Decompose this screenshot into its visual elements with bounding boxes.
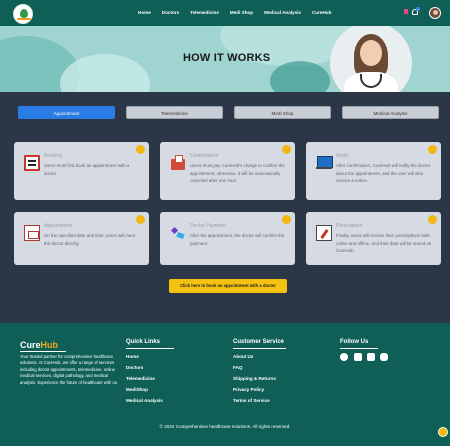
- hero-banner: HOW IT WORKS: [0, 26, 450, 92]
- user-avatar[interactable]: [429, 7, 441, 19]
- avatar-face: [433, 10, 438, 15]
- hospital-icon: [170, 155, 186, 171]
- quick-links-heading: Quick Links: [126, 339, 161, 345]
- card-title: Notify: [336, 153, 349, 159]
- nav-link-medical-analysis[interactable]: Medical Analysis: [264, 10, 301, 15]
- step-card-prescription: Prescription Finally, users will receive…: [306, 212, 441, 265]
- card-title: Confirmation: [190, 153, 219, 159]
- follow-us-heading: Follow Us: [340, 339, 369, 345]
- footer: CureHub Your trusted partner for compreh…: [0, 323, 450, 446]
- calendar-icon: [24, 225, 40, 241]
- status-dot: [136, 145, 145, 154]
- card-description: Users must first book an appointment wit…: [44, 163, 130, 176]
- footer-link-home[interactable]: Home: [126, 354, 139, 359]
- scroll-to-top-button[interactable]: [438, 427, 448, 437]
- linkedin-icon[interactable]: [354, 353, 362, 361]
- nav-link-home[interactable]: Home: [138, 10, 151, 15]
- nav-link-curehub[interactable]: CureHub: [312, 10, 331, 15]
- curehub-logo[interactable]: [13, 4, 33, 24]
- customer-service-heading: Customer Service: [233, 339, 285, 345]
- footer-description: Your trusted partner for comprehensive h…: [20, 354, 118, 385]
- footer-link-medical-analysis[interactable]: Medical Analysis: [126, 398, 163, 403]
- leaf-icon: [20, 9, 28, 18]
- page-title: HOW IT WORKS: [183, 52, 271, 64]
- card-description: After confirmation, CureHub will notify …: [336, 163, 431, 184]
- step-card-notify: Notify After confirmation, CureHub will …: [306, 142, 441, 200]
- notification-badge: [416, 7, 420, 11]
- card-description: Users must pay CureHub's charge to confi…: [190, 163, 285, 184]
- divider: [20, 351, 66, 352]
- facebook-icon[interactable]: [340, 353, 348, 361]
- footer-link-faq[interactable]: FAQ: [233, 365, 242, 370]
- laptop-icon: [316, 155, 333, 171]
- divider: [233, 348, 286, 349]
- tab-telemedicine[interactable]: Telemedicine: [126, 106, 223, 119]
- status-dot: [282, 145, 291, 154]
- step-card-appointment: Appointment On the specified date and ti…: [14, 212, 149, 265]
- youtube-icon[interactable]: [380, 353, 388, 361]
- copyright-text: © 2024 Comprehensive healthcare solution…: [159, 424, 291, 429]
- footer-link-medishop[interactable]: MediShop: [126, 387, 148, 392]
- brand-hub: Hub: [40, 340, 59, 350]
- step-card-doctor-payment: Doctor Payment After the appointment, th…: [160, 212, 295, 265]
- nav-links: Home Doctors Telemedicine Medi Shop Medi…: [138, 10, 342, 15]
- hero-decoration: [270, 61, 330, 92]
- footer-link-terms-of-service[interactable]: Terms of Service: [233, 398, 270, 403]
- step-card-confirmation: Confirmation Users must pay CureHub's ch…: [160, 142, 295, 200]
- tab-medical-analysis[interactable]: Medical Analysis: [342, 106, 439, 119]
- status-dot: [136, 215, 145, 224]
- status-dot: [428, 145, 437, 154]
- nav-link-telemedicine[interactable]: Telemedicine: [190, 10, 219, 15]
- bookmark-icon[interactable]: [404, 9, 408, 15]
- footer-brand: CureHub: [20, 340, 58, 350]
- card-description: Finally, users will receive their prescr…: [336, 233, 432, 254]
- card-description: After the appointment, the doctor will c…: [190, 233, 285, 246]
- footer-link-doctors[interactable]: Doctors: [126, 365, 143, 370]
- card-title: Prescription: [336, 223, 363, 229]
- footer-link-telemedicine[interactable]: Telemedicine: [126, 376, 155, 381]
- footer-link-privacy-policy[interactable]: Privacy Policy: [233, 387, 264, 392]
- book-appointment-button[interactable]: Click here to book an appointment with a…: [169, 279, 287, 293]
- brand-cure: Cure: [20, 340, 41, 350]
- nav-link-doctors[interactable]: Doctors: [162, 10, 179, 15]
- payment-icon: [170, 225, 186, 241]
- card-title: Booking: [44, 153, 63, 159]
- top-navbar: Home Doctors Telemedicine Medi Shop Medi…: [0, 0, 450, 26]
- step-card-booking: Booking Users must first book an appoint…: [14, 142, 149, 200]
- tab-appointment[interactable]: Appointment: [18, 106, 115, 119]
- instagram-icon[interactable]: [367, 353, 375, 361]
- divider: [340, 348, 378, 349]
- nav-link-medi-shop[interactable]: Medi Shop: [230, 10, 253, 15]
- status-dot: [282, 215, 291, 224]
- card-description: On the specified date and time, users wi…: [44, 233, 136, 246]
- logo-wordmark: [17, 18, 31, 20]
- divider: [126, 348, 174, 349]
- card-title: Appointment: [44, 223, 73, 229]
- desk-icon: [24, 155, 40, 171]
- footer-link-shipping-returns[interactable]: Shipping & Returns: [233, 376, 276, 381]
- status-dot: [428, 215, 437, 224]
- card-title: Doctor Payment: [190, 223, 226, 229]
- doctor-image: [330, 26, 412, 92]
- footer-link-about-us[interactable]: About Us: [233, 354, 253, 359]
- prescription-icon: [316, 225, 332, 241]
- tab-medi-shop[interactable]: Medi Shop: [234, 106, 331, 119]
